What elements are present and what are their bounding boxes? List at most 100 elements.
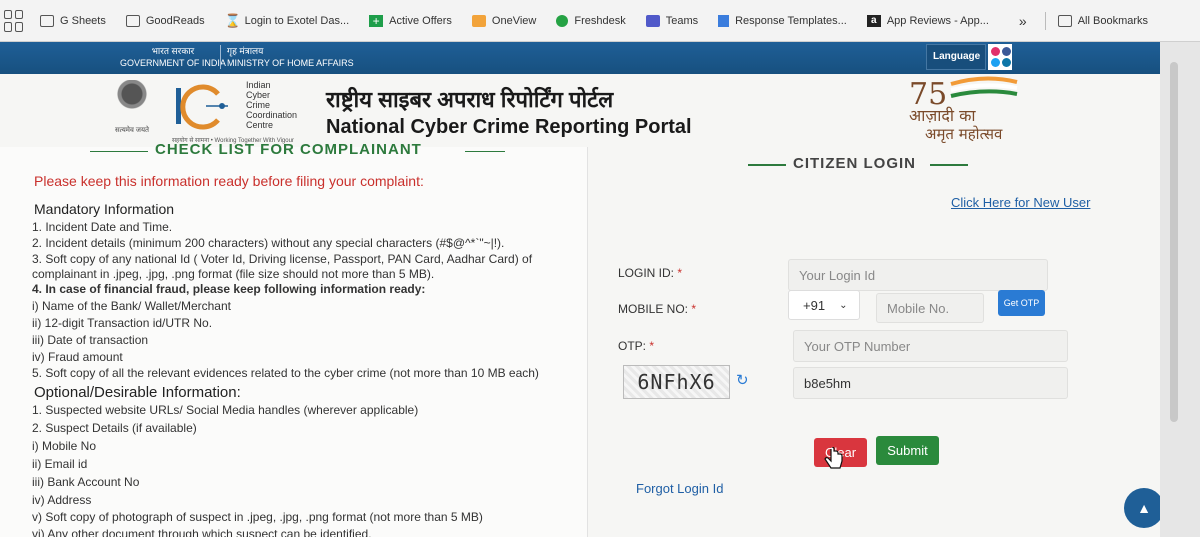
checklist-item: ii) 12-digit Transaction id/UTR No. bbox=[32, 316, 213, 330]
bookmark-exotel[interactable]: ⌛ Login to Exotel Das... bbox=[225, 14, 350, 27]
country-code-select[interactable]: +91 ⌄ bbox=[788, 290, 860, 320]
hindi-ministry-text: गृह मंत्रालय bbox=[227, 46, 264, 56]
instagram-icon[interactable] bbox=[991, 47, 1000, 56]
scrollbar-thumb[interactable] bbox=[1170, 62, 1178, 422]
new-user-link[interactable]: Click Here for New User bbox=[951, 195, 1090, 210]
ministry-label: गृह मंत्रालय MINISTRY OF HOME AFFAIRS bbox=[220, 45, 354, 69]
bookmark-label: G Sheets bbox=[60, 14, 106, 27]
otp-input[interactable]: Your OTP Number bbox=[793, 330, 1068, 362]
seventy-five-icon: 75 bbox=[909, 76, 1018, 112]
bookmark-label: App Reviews - App... bbox=[886, 14, 989, 27]
freshdesk-icon bbox=[556, 14, 569, 27]
checklist-item: i) Name of the Bank/ Wallet/Merchant bbox=[32, 299, 231, 313]
mobile-number-input[interactable]: Mobile No. bbox=[876, 293, 984, 323]
bookmark-label: Teams bbox=[665, 14, 699, 27]
checklist-item: 2. Incident details (minimum 200 charact… bbox=[32, 236, 505, 250]
divider bbox=[930, 164, 968, 166]
label-text: MOBILE NO: bbox=[618, 302, 689, 316]
azadi-ka-amrit-mahotsav-logo: 75 आज़ादी का अमृत महोत्सव bbox=[905, 74, 1025, 146]
window-edge bbox=[1160, 42, 1200, 537]
folder-icon bbox=[40, 14, 54, 27]
complainant-checklist: CHECK LIST FOR COMPLAINANT Please keep t… bbox=[0, 141, 588, 537]
english-ministry-text: MINISTRY OF HOME AFFAIRS bbox=[227, 58, 354, 68]
bookmark-goodreads[interactable]: GoodReads bbox=[125, 14, 205, 27]
folder-icon bbox=[125, 14, 140, 27]
checklist-item: complainant in .jpeg, .jpg, .png format … bbox=[32, 267, 435, 281]
national-emblem-logo: सत्यमेव जयते bbox=[112, 80, 152, 140]
linkedin-icon[interactable] bbox=[1002, 58, 1011, 67]
checklist-item: 2. Suspect Details (if available) bbox=[32, 421, 197, 435]
checklist-item: iii) Bank Account No bbox=[32, 475, 140, 489]
placeholder: Your OTP Number bbox=[804, 338, 911, 354]
checklist-item: 1. Suspected website URLs/ Social Media … bbox=[32, 403, 419, 417]
checklist-item: v) Soft copy of photograph of suspect in… bbox=[32, 510, 483, 524]
captcha-input[interactable]: b8e5hm bbox=[793, 367, 1068, 399]
required-marker: * bbox=[691, 302, 697, 316]
bookmark-label: OneView bbox=[491, 14, 537, 27]
facebook-icon[interactable] bbox=[1002, 47, 1011, 56]
bookmark-teams[interactable]: Teams bbox=[645, 14, 699, 27]
divider bbox=[465, 151, 505, 152]
mandatory-heading: Mandatory Information bbox=[34, 201, 175, 217]
language-button[interactable]: Language bbox=[926, 44, 986, 70]
app-reviews-icon: a bbox=[866, 14, 881, 27]
more-bookmarks-button[interactable]: » bbox=[1019, 13, 1027, 29]
oneview-icon bbox=[471, 14, 486, 27]
divider bbox=[90, 151, 148, 152]
checklist-item: iv) Address bbox=[32, 493, 92, 507]
checklist-warning: Please keep this information ready befor… bbox=[34, 173, 424, 189]
bookmark-oneview[interactable]: OneView bbox=[471, 14, 537, 27]
chevron-up-icon: ▲ bbox=[1137, 500, 1151, 516]
submit-button[interactable]: Submit bbox=[876, 436, 939, 465]
required-marker: * bbox=[649, 339, 655, 353]
checklist-title: CHECK LIST FOR COMPLAINANT bbox=[155, 141, 422, 158]
login-id-input[interactable]: Your Login Id bbox=[788, 259, 1048, 291]
bookmark-freshdesk[interactable]: Freshdesk bbox=[556, 14, 626, 27]
hindi-govt-text: भारत सरकार bbox=[151, 46, 195, 56]
portal-title-hindi: राष्ट्रीय साइबर अपराध रिपोर्टिंग पोर्टल bbox=[326, 87, 614, 112]
citizen-login-panel: CITIZEN LOGIN Click Here for New User LO… bbox=[588, 147, 1160, 537]
refresh-captcha-icon[interactable]: ↻ bbox=[736, 373, 752, 389]
bookmark-response-templates[interactable]: Response Templates... bbox=[718, 14, 847, 27]
placeholder: Your Login Id bbox=[799, 267, 876, 283]
optional-heading: Optional/Desirable Information: bbox=[34, 384, 241, 401]
i4c-line: Crime bbox=[246, 100, 270, 110]
captcha-value: b8e5hm bbox=[804, 375, 851, 391]
bookmark-label: Active Offers bbox=[389, 14, 452, 27]
bookmark-label: Freshdesk bbox=[574, 14, 626, 27]
folder-icon bbox=[1057, 14, 1072, 27]
teams-icon bbox=[645, 14, 660, 27]
divider bbox=[1044, 11, 1046, 30]
checklist-item: iii) Date of transaction bbox=[32, 333, 149, 347]
checklist-item: 1. Incident Date and Time. bbox=[32, 220, 173, 234]
lion-capital-icon bbox=[117, 80, 147, 120]
bookmark-label: Response Templates... bbox=[735, 14, 847, 27]
i4c-line: Coordination bbox=[246, 110, 298, 120]
i4c-name: Indian Cyber Crime Coordination Centre bbox=[246, 80, 297, 130]
portal-title-english: National Cyber Crime Reporting Portal bbox=[326, 116, 692, 138]
government-bar: भारत सरकार GOVERNMENT OF INDIA गृह मंत्र… bbox=[0, 42, 1160, 74]
bookmark-active-offers[interactable]: + Active Offers bbox=[369, 14, 452, 27]
scroll-to-top-button[interactable]: ▲ bbox=[1124, 488, 1160, 528]
otp-label: OTP: * bbox=[618, 339, 654, 353]
checklist-item: 5. Soft copy of all the relevant evidenc… bbox=[32, 366, 539, 380]
i4c-line: Indian bbox=[246, 80, 271, 90]
placeholder: Mobile No. bbox=[887, 300, 950, 316]
divider bbox=[748, 164, 786, 166]
bookmarks-bar: G Sheets GoodReads ⌛ Login to Exotel Das.… bbox=[0, 0, 1200, 42]
english-govt-text: GOVERNMENT OF INDIA bbox=[120, 58, 226, 68]
social-icons[interactable] bbox=[988, 44, 1012, 70]
azadi-line2: अमृत महोत्सव bbox=[925, 125, 1003, 143]
bookmark-app-reviews[interactable]: a App Reviews - App... bbox=[866, 14, 989, 27]
all-bookmarks-button[interactable]: All Bookmarks bbox=[1057, 14, 1148, 27]
apps-grid-icon[interactable] bbox=[4, 9, 26, 32]
bookmark-g-sheets[interactable]: G Sheets bbox=[40, 14, 106, 27]
hand-pointer-cursor-icon bbox=[824, 447, 843, 469]
checklist-item: 4. In case of financial fraud, please ke… bbox=[32, 282, 426, 296]
gov-india-label: भारत सरकार GOVERNMENT OF INDIA bbox=[120, 45, 226, 69]
country-code-value: +91 bbox=[803, 297, 826, 313]
get-otp-button[interactable]: Get OTP bbox=[998, 290, 1045, 316]
twitter-icon[interactable] bbox=[991, 58, 1000, 67]
forgot-login-id-link[interactable]: Forgot Login Id bbox=[636, 481, 723, 496]
required-marker: * bbox=[677, 266, 683, 280]
